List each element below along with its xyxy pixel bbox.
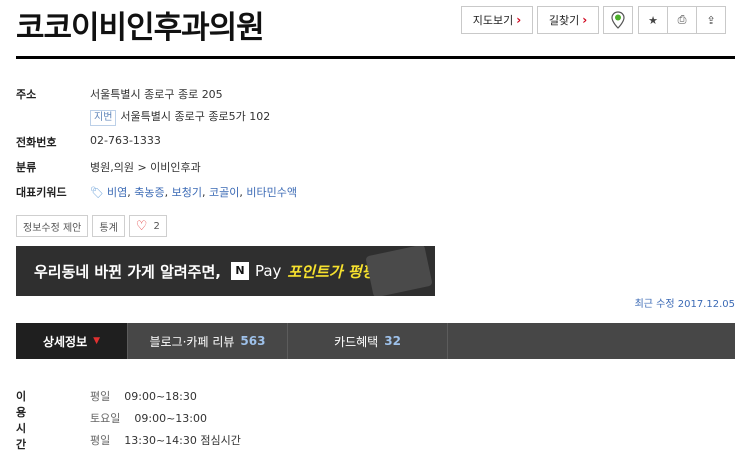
map-view-button[interactable]: 지도보기 › — [461, 6, 533, 34]
tab-count: 563 — [240, 334, 266, 348]
lot-address: 지번 서울특별시 종로구 종로5가 102 — [90, 108, 270, 126]
suggest-edit-button[interactable]: 정보수정 제안 — [16, 215, 89, 237]
address-value: 서울특별시 종로구 종로 205 — [90, 88, 223, 101]
like-button[interactable]: ♡ 2 — [128, 215, 167, 237]
hours-day: 토요일 — [90, 412, 121, 425]
keyword-link[interactable]: 비염 — [107, 186, 127, 199]
tab-details[interactable]: 상세정보 ▼ — [16, 323, 128, 359]
npay-logo-icon: N — [230, 262, 249, 280]
print-icon: ⎙ — [677, 13, 687, 26]
chevron-right-icon: › — [516, 13, 522, 27]
toolbar: 지도보기 › 길찾기 › ★ ⎙ ⇪ — [461, 6, 726, 34]
hours-time: 09:00~18:30 — [124, 390, 197, 403]
share-button[interactable]: ⇪ — [696, 6, 726, 34]
star-icon: ★ — [648, 13, 658, 27]
address-label: 주소 — [16, 88, 37, 101]
tab-label: 카드혜택 — [334, 334, 379, 349]
hours-entry: 토요일 09:00~13:00 — [90, 410, 207, 426]
stats-button[interactable]: 통계 — [92, 215, 125, 237]
print-button[interactable]: ⎙ — [667, 6, 697, 34]
keyword-link[interactable]: 축농증 — [134, 186, 164, 199]
tab-reviews[interactable]: 블로그·카페 리뷰 563 — [128, 323, 288, 359]
directions-button[interactable]: 길찾기 › — [537, 6, 599, 34]
tag-icon: 🏷 — [90, 186, 104, 199]
share-icon: ⇪ — [706, 13, 716, 27]
npay-banner[interactable]: 우리동네 바뀐 가게 알려주면, N Pay 포인트가 펑펑! — [16, 246, 435, 296]
tab-label: 블로그·카페 리뷰 — [149, 334, 235, 349]
utility-icons: ★ ⎙ ⇪ — [638, 6, 726, 34]
tab-bar: 상세정보 ▼ 블로그·카페 리뷰 563 카드혜택 32 — [16, 323, 735, 359]
category-label: 분류 — [16, 161, 37, 174]
tab-count: 32 — [384, 334, 401, 348]
caret-down-icon: ▼ — [93, 336, 101, 346]
phone-value[interactable]: 02-763-1333 — [90, 134, 161, 147]
keyword-link[interactable]: 코골이 — [209, 186, 239, 199]
last-updated: 최근 수정 2017.12.05 — [634, 299, 735, 310]
location-pin-icon — [611, 11, 625, 29]
category-value: 병원,의원 > 이비인후과 — [90, 161, 201, 174]
hours-entry: 평일 13:30~14:30 점심시간 — [90, 432, 241, 448]
phone-label: 전화번호 — [16, 136, 57, 149]
chevron-right-icon: › — [582, 13, 588, 27]
phone-illustration — [365, 246, 433, 296]
keywords-list: 🏷 비염, 축농증, 보청기, 코골이, 비타민수액 — [90, 186, 297, 199]
like-count: 2 — [153, 220, 160, 232]
hours-label: 이용시간 — [16, 390, 27, 451]
hours-time: 13:30~14:30 점심시간 — [124, 434, 241, 447]
keyword-link[interactable]: 보청기 — [172, 186, 202, 199]
location-pin-button[interactable] — [603, 6, 633, 34]
keywords-label: 대표키워드 — [16, 186, 67, 199]
lot-badge: 지번 — [90, 110, 117, 126]
hours-day: 평일 — [90, 434, 111, 447]
hours-day: 평일 — [90, 390, 111, 403]
tab-card-benefits[interactable]: 카드혜택 32 — [288, 323, 448, 359]
bookmark-button[interactable]: ★ — [638, 6, 668, 34]
directions-label: 길찾기 — [548, 14, 580, 27]
title-divider — [16, 56, 735, 59]
keyword-link[interactable]: 비타민수액 — [246, 186, 297, 199]
page-title: 코코이비인후과의원 — [16, 10, 265, 46]
tab-label: 상세정보 — [42, 334, 88, 349]
npay-pay-label: Pay — [254, 262, 282, 280]
lot-address-value: 서울특별시 종로구 종로5가 102 — [120, 110, 271, 123]
heart-icon: ♡ — [135, 218, 148, 234]
hours-entry: 평일 09:00~18:30 — [90, 388, 197, 404]
map-view-label: 지도보기 — [472, 14, 514, 27]
hours-time: 09:00~13:00 — [134, 412, 207, 425]
banner-text: 우리동네 바뀐 가게 알려주면, — [34, 262, 221, 281]
action-buttons: 정보수정 제안 통계 ♡ 2 — [16, 215, 171, 237]
